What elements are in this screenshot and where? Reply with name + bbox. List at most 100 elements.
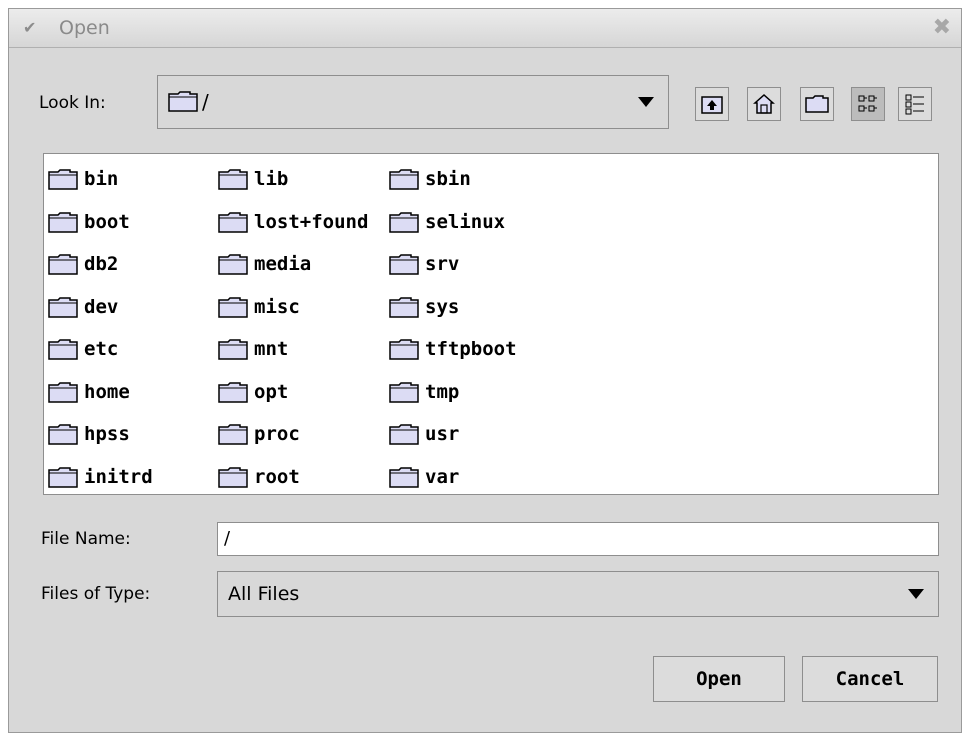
folder-icon bbox=[389, 339, 419, 360]
open-dialog: ✔ Open ✖ Look In: / bin boot db2 dev etc… bbox=[8, 8, 962, 733]
folder-icon bbox=[48, 381, 78, 403]
list-item[interactable]: usr bbox=[389, 419, 459, 449]
list-item[interactable]: db2 bbox=[48, 249, 118, 279]
folder-icon bbox=[218, 339, 248, 360]
list-item-label: tmp bbox=[425, 380, 460, 403]
list-item[interactable]: sbin bbox=[389, 164, 471, 194]
files-of-type-value: All Files bbox=[228, 583, 300, 605]
window-menu-chevron-icon[interactable]: ✔ bbox=[23, 18, 36, 37]
folder-icon bbox=[48, 211, 78, 233]
folder-icon bbox=[389, 254, 419, 275]
list-item-label: usr bbox=[425, 423, 460, 445]
details-view-icon bbox=[905, 94, 924, 115]
open-button[interactable]: Open bbox=[653, 656, 785, 702]
title-bar[interactable]: ✔ Open ✖ bbox=[9, 9, 961, 48]
list-item[interactable]: lost+found bbox=[218, 207, 368, 237]
new-folder-button[interactable] bbox=[800, 87, 834, 121]
list-item-label: lib bbox=[254, 168, 289, 190]
folder-icon bbox=[168, 91, 198, 112]
list-item[interactable]: media bbox=[218, 249, 311, 279]
list-item[interactable]: mnt bbox=[218, 334, 288, 364]
list-item[interactable]: opt bbox=[218, 377, 288, 407]
list-item-label: opt bbox=[254, 380, 289, 403]
list-item[interactable]: root bbox=[218, 462, 300, 492]
list-item[interactable]: sys bbox=[389, 292, 459, 322]
folder-icon bbox=[48, 254, 78, 275]
folder-icon bbox=[48, 296, 78, 318]
list-item-label: tftpboot bbox=[425, 338, 517, 360]
list-item[interactable]: dev bbox=[48, 292, 118, 322]
list-item[interactable]: selinux bbox=[389, 207, 505, 237]
folder-icon bbox=[389, 211, 419, 233]
look-in-combobox[interactable]: / bbox=[157, 75, 669, 129]
folder-icon bbox=[218, 381, 248, 403]
folder-icon bbox=[389, 466, 419, 488]
list-item[interactable]: etc bbox=[48, 334, 118, 364]
list-item-label: root bbox=[254, 465, 300, 488]
close-icon[interactable]: ✖ bbox=[933, 15, 951, 40]
folder-icon bbox=[389, 381, 419, 403]
list-item-label: proc bbox=[254, 423, 300, 445]
folder-icon bbox=[218, 169, 248, 190]
file-name-input[interactable]: / bbox=[217, 522, 939, 556]
list-item[interactable]: bin bbox=[48, 164, 118, 194]
list-item-label: home bbox=[84, 380, 130, 403]
cancel-button[interactable]: Cancel bbox=[802, 656, 938, 702]
file-list[interactable]: bin boot db2 dev etc home hpss initrd lib lost+fo… bbox=[43, 153, 939, 495]
list-item-label: media bbox=[254, 253, 312, 275]
list-view-icon bbox=[858, 95, 877, 112]
list-item-label: sbin bbox=[425, 168, 471, 190]
home-button[interactable] bbox=[747, 87, 781, 121]
folder-icon bbox=[218, 296, 248, 318]
list-item-label: etc bbox=[84, 338, 119, 360]
list-item[interactable]: srv bbox=[389, 249, 459, 279]
file-name-label: File Name: bbox=[41, 529, 131, 549]
list-item-label: selinux bbox=[425, 210, 506, 233]
folder-icon bbox=[218, 211, 248, 233]
list-item-label: boot bbox=[84, 210, 130, 233]
list-item[interactable]: tmp bbox=[389, 377, 459, 407]
chevron-down-icon[interactable] bbox=[638, 97, 654, 107]
folder-icon bbox=[48, 339, 78, 360]
folder-icon bbox=[389, 424, 419, 445]
list-item[interactable]: tftpboot bbox=[389, 334, 517, 364]
list-item-label: var bbox=[425, 465, 460, 488]
list-item-label: lost+found bbox=[254, 210, 369, 233]
list-item-label: hpss bbox=[84, 423, 130, 445]
folder-icon bbox=[48, 424, 78, 445]
folder-icon bbox=[389, 169, 419, 190]
files-of-type-label: Files of Type: bbox=[41, 584, 151, 604]
folder-icon bbox=[48, 169, 78, 190]
folder-icon bbox=[48, 466, 78, 488]
window-title: Open bbox=[59, 17, 110, 39]
list-item-label: bin bbox=[84, 168, 119, 190]
list-item-label: db2 bbox=[84, 253, 119, 275]
list-item[interactable]: proc bbox=[218, 419, 300, 449]
list-item-label: misc bbox=[254, 295, 300, 318]
list-item[interactable]: initrd bbox=[48, 462, 153, 492]
home-icon bbox=[753, 93, 775, 114]
list-view-button[interactable] bbox=[851, 87, 885, 121]
folder-icon bbox=[218, 466, 248, 488]
folder-icon bbox=[218, 254, 248, 275]
list-item[interactable]: var bbox=[389, 462, 459, 492]
up-one-level-button[interactable] bbox=[695, 87, 729, 121]
list-item[interactable]: boot bbox=[48, 207, 130, 237]
list-item[interactable]: home bbox=[48, 377, 130, 407]
folder-icon bbox=[389, 296, 419, 318]
list-item-label: srv bbox=[425, 253, 460, 275]
look-in-label: Look In: bbox=[39, 93, 106, 113]
new-folder-icon bbox=[805, 95, 829, 113]
list-item-label: initrd bbox=[84, 465, 153, 488]
folder-icon bbox=[218, 424, 248, 445]
up-folder-icon bbox=[701, 96, 723, 114]
list-item[interactable]: lib bbox=[218, 164, 288, 194]
files-of-type-combobox[interactable]: All Files bbox=[217, 571, 939, 617]
look-in-value: / bbox=[202, 90, 209, 114]
list-item[interactable]: hpss bbox=[48, 419, 130, 449]
details-view-button[interactable] bbox=[898, 87, 932, 121]
list-item-label: mnt bbox=[254, 338, 289, 360]
list-item-label: dev bbox=[84, 295, 119, 318]
chevron-down-icon[interactable] bbox=[908, 589, 924, 599]
list-item[interactable]: misc bbox=[218, 292, 300, 322]
